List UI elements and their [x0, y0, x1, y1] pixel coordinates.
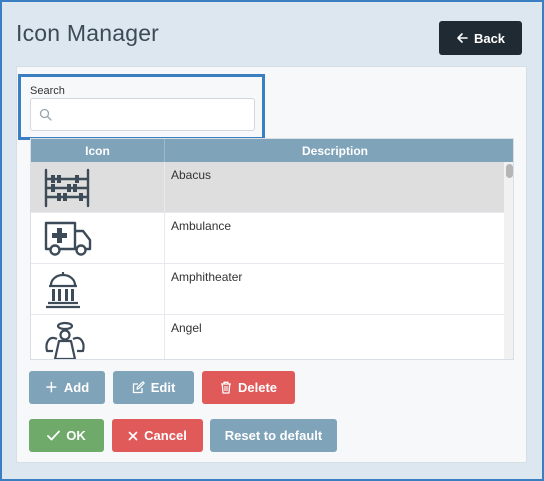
delete-button[interactable]: Delete [202, 371, 295, 404]
table-cell-description: Ambulance [171, 219, 232, 233]
table-row[interactable]: Angel [31, 315, 504, 359]
scrollbar-thumb[interactable] [506, 164, 513, 178]
page-title: Icon Manager [16, 20, 160, 46]
delete-label: Delete [237, 380, 278, 395]
table-cell-description: Abacus [171, 168, 212, 182]
table-cell-icon [31, 264, 165, 315]
close-icon [128, 431, 138, 440]
column-header-icon[interactable]: Icon [31, 139, 165, 162]
abacus-icon [44, 168, 90, 208]
ambulance-icon [44, 221, 92, 256]
cancel-label: Cancel [144, 428, 187, 443]
check-icon [47, 430, 61, 441]
search-input[interactable] [59, 103, 249, 127]
arrow-left-icon [457, 33, 468, 43]
amphitheater-icon [46, 272, 80, 309]
angel-icon [45, 321, 85, 359]
icon-table: Icon Description Abacus Ambulance Amphit… [30, 138, 514, 360]
add-button[interactable]: ＋ Add [29, 371, 105, 404]
add-label: Add [63, 380, 90, 395]
table-cell-icon [31, 213, 165, 264]
ok-label: OK [66, 428, 86, 443]
table-row[interactable]: Amphitheater [31, 264, 504, 315]
table-cell-icon [31, 162, 165, 213]
cancel-button[interactable]: Cancel [112, 419, 203, 452]
reset-label: Reset to default [224, 428, 323, 443]
plus-icon: ＋ [44, 380, 58, 395]
table-cell-icon [31, 315, 165, 359]
column-header-description[interactable]: Description [165, 139, 505, 162]
table-header: Icon Description [31, 139, 513, 162]
table-cell-description: Amphitheater [171, 270, 243, 284]
table-cell-description: Angel [171, 321, 202, 335]
ok-button[interactable]: OK [29, 419, 104, 452]
edit-icon [132, 381, 145, 394]
edit-label: Edit [150, 380, 176, 395]
reset-to-default-button[interactable]: Reset to default [210, 419, 337, 452]
search-group: Search [18, 74, 265, 140]
table-body: Abacus Ambulance Amphitheater Angel [31, 162, 504, 359]
back-label: Back [473, 30, 506, 46]
back-button[interactable]: Back [439, 21, 522, 55]
search-box[interactable] [30, 98, 255, 131]
search-label: Search [30, 85, 65, 97]
table-row[interactable]: Abacus [31, 162, 504, 213]
search-icon [39, 108, 52, 121]
trash-icon [220, 381, 231, 394]
table-scrollbar[interactable] [504, 162, 513, 359]
table-row[interactable]: Ambulance [31, 213, 504, 264]
edit-button[interactable]: Edit [113, 371, 194, 404]
